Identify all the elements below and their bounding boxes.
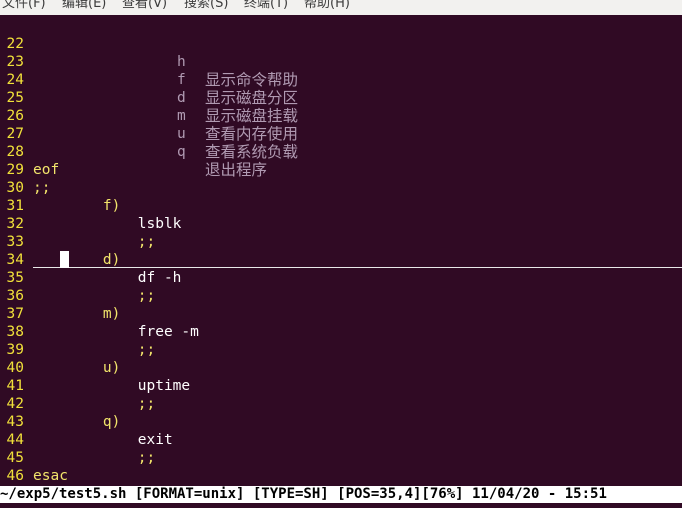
code-line: 23 f 显示磁盘分区 xyxy=(0,35,682,107)
code-line: 32 ;; xyxy=(0,197,682,250)
code-line: 31 lsblk xyxy=(0,179,682,232)
code-line: 24 d 显示磁盘挂载 xyxy=(0,53,682,125)
menu-bar: 文件(F) 编辑(E) 查看(V) 搜索(S) 终端(T) 帮助(H) xyxy=(0,0,682,15)
command-line[interactable] xyxy=(0,503,682,508)
cursor-line xyxy=(33,267,682,268)
code-line: 40 uptime xyxy=(0,341,682,394)
terminal-window: 文件(F) 编辑(E) 查看(V) 搜索(S) 终端(T) 帮助(H) 22 h… xyxy=(0,0,682,508)
status-line: ~/exp5/test5.sh [FORMAT=unix] [TYPE=SH] … xyxy=(0,486,682,503)
code-line: 29 ;; xyxy=(0,143,682,196)
text-cursor xyxy=(60,251,69,268)
menu-help[interactable]: 帮助(H) xyxy=(304,0,350,13)
menu-file[interactable]: 文件(F) xyxy=(2,0,46,13)
code-line: 33 d) xyxy=(0,215,682,268)
code-line: 28 eof xyxy=(0,125,682,178)
code-line: 26 u 查看系统负载 xyxy=(0,89,682,161)
code-line: 37 free -m xyxy=(0,287,682,340)
code-line: 44 ;; xyxy=(0,413,682,466)
code-line: 46 done xyxy=(0,449,682,484)
code-line: 36 m) xyxy=(0,269,682,322)
code-line: 42 q) xyxy=(0,377,682,430)
empty-buffer-line: ~ xyxy=(0,467,682,485)
menu-view[interactable]: 查看(V) xyxy=(122,0,167,13)
menu-edit[interactable]: 编辑(E) xyxy=(62,0,106,13)
menu-terminal[interactable]: 终端(T) xyxy=(244,0,288,13)
vim-editor[interactable]: 22 h 显示命令帮助 23 f 显示磁盘分区 24 d 显示磁盘挂载 25 m… xyxy=(0,15,682,485)
code-line: 43 exit xyxy=(0,395,682,448)
code-line: 45 esac xyxy=(0,431,682,484)
code-line: 30 f) xyxy=(0,161,682,214)
code-line: 38 ;; xyxy=(0,305,682,358)
code-line: 34 df -h xyxy=(0,233,682,286)
code-line: 41 ;; xyxy=(0,359,682,412)
code-line: 39 u) xyxy=(0,323,682,376)
menu-search[interactable]: 搜索(S) xyxy=(184,0,228,13)
code-line: 22 h 显示命令帮助 xyxy=(0,17,682,89)
code-line: 25 m 查看内存使用 xyxy=(0,71,682,143)
code-line: 27 q 退出程序 xyxy=(0,107,682,179)
